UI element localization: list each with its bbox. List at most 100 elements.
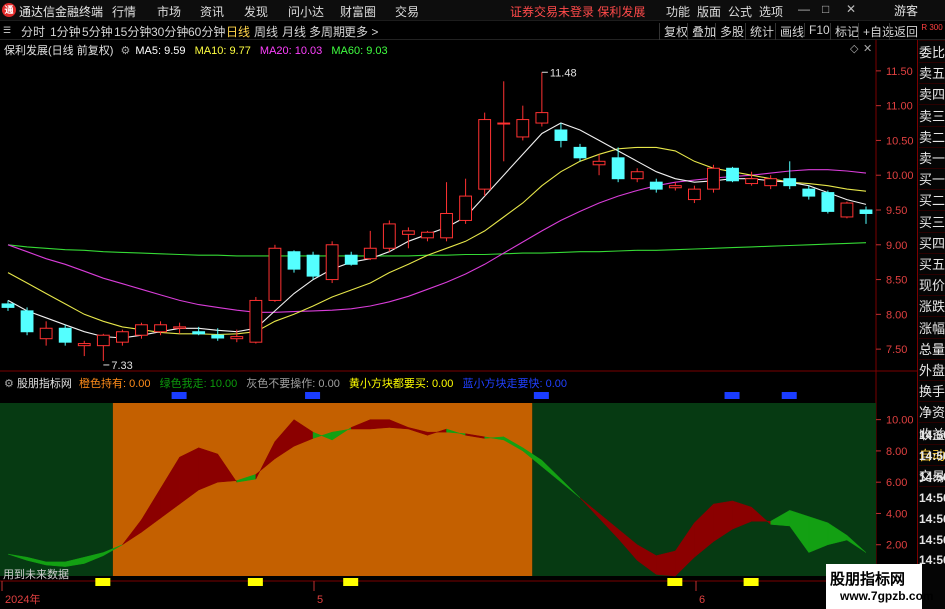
f10-button[interactable]: F10 xyxy=(804,23,830,37)
sidebar-item-16[interactable]: 换手 xyxy=(919,381,945,403)
candle xyxy=(287,250,301,273)
tab-1min[interactable]: 1分钟 xyxy=(50,23,81,40)
candle xyxy=(687,185,701,204)
ma5-line xyxy=(7,122,867,339)
yellow-marker xyxy=(667,578,683,586)
sidebar-item-1[interactable]: 卖五 xyxy=(919,63,945,85)
tab-15min[interactable]: 15分钟 xyxy=(114,23,151,40)
candle-body xyxy=(115,331,129,343)
sidebar-top-tag[interactable]: R 300 xyxy=(919,23,945,41)
sidebar-item-15[interactable]: 外盘 xyxy=(919,360,945,381)
x-axis-label: 2024年 xyxy=(5,592,40,606)
candle-body xyxy=(649,181,663,190)
ind-y-axis-label: 6.00 xyxy=(886,477,907,489)
yellow-marker xyxy=(95,578,111,586)
candle-body xyxy=(745,178,759,185)
menu-trade[interactable]: 交易 xyxy=(395,3,419,20)
candle-body xyxy=(154,324,167,333)
close-icon[interactable]: ✕ xyxy=(846,2,856,16)
tab-weekly[interactable]: 周线 xyxy=(254,23,278,40)
sidebar-item-0[interactable]: 委比 xyxy=(919,42,945,63)
candle-body xyxy=(77,343,91,347)
candle xyxy=(573,143,587,162)
candle-body xyxy=(859,209,873,214)
tab-5min[interactable]: 5分钟 xyxy=(82,23,113,40)
tab-60min[interactable]: 60分钟 xyxy=(188,23,225,40)
candle-body xyxy=(726,167,739,182)
login-notice[interactable]: 证券交易未登录 保利发展 xyxy=(510,3,645,20)
sidebar-item-5[interactable]: 卖一 xyxy=(919,148,945,169)
candle xyxy=(745,171,759,186)
menu-ask[interactable]: 问小达 xyxy=(288,3,324,20)
sidebar-item-8[interactable]: 买三 xyxy=(919,212,945,233)
sidebar-item-7[interactable]: 买二 xyxy=(919,190,945,212)
tab-multi-period[interactable]: 多周期 xyxy=(309,23,345,40)
blue-marker xyxy=(171,392,187,399)
candle-body xyxy=(192,331,206,335)
sidebar-item-3[interactable]: 卖三 xyxy=(919,106,945,127)
candle xyxy=(459,178,473,224)
candle xyxy=(783,161,797,190)
high-price-label: 11.48 xyxy=(550,67,577,79)
y-axis-label: 7.50 xyxy=(886,344,907,356)
candle xyxy=(306,251,320,280)
overlay-button[interactable]: 叠加 xyxy=(687,23,716,40)
ind-y-axis-label: 4.00 xyxy=(886,508,907,520)
tab-more[interactable]: 更多 > xyxy=(344,23,378,40)
candle xyxy=(859,206,873,224)
candle xyxy=(20,307,34,336)
candle-body xyxy=(459,195,473,221)
menu-layout[interactable]: 版面 xyxy=(697,3,721,20)
candle-body xyxy=(249,299,263,343)
blue-marker xyxy=(724,392,740,399)
candle xyxy=(77,340,91,357)
sidebar-item-4[interactable]: 卖二 xyxy=(919,127,945,148)
multi-stock-button[interactable]: 多股 xyxy=(715,23,744,40)
sidebar-item-12[interactable]: 涨跌 xyxy=(919,296,945,318)
mark-button[interactable]: 标记 xyxy=(830,23,859,40)
menu-news[interactable]: 资讯 xyxy=(200,3,224,20)
menu-wealth[interactable]: 财富圈 xyxy=(340,3,376,20)
tab-intraday[interactable]: 分时 xyxy=(21,23,45,40)
yellow-marker xyxy=(343,578,359,586)
sidebar-item-11[interactable]: 现价 xyxy=(919,275,945,297)
ma20-line xyxy=(7,169,867,313)
sidebar-item-17[interactable]: 净资 xyxy=(919,402,945,424)
candle xyxy=(440,182,453,242)
menu-discover[interactable]: 发现 xyxy=(244,3,268,20)
menu-options[interactable]: 选项 xyxy=(759,3,783,20)
tab-daily[interactable]: 日线 xyxy=(226,23,250,40)
time-label-1: 14:56 xyxy=(919,449,945,463)
tab-monthly[interactable]: 月线 xyxy=(282,23,306,40)
ma60-line xyxy=(7,242,867,257)
menu-formula[interactable]: 公式 xyxy=(728,3,752,20)
kline-chart[interactable]: 11.50 11.00 10.50 10.00 9.50 9.00 8.50 8.00 7.50… xyxy=(0,40,917,609)
back-button[interactable]: 返回 xyxy=(889,23,918,40)
candle xyxy=(115,329,129,346)
menu-market-quotes[interactable]: 行情 xyxy=(112,3,136,20)
statistics-button[interactable]: 统计 xyxy=(745,23,774,40)
candle-body xyxy=(363,247,377,260)
menu-market[interactable]: 市场 xyxy=(157,3,181,20)
sidebar-item-2[interactable]: 卖四 xyxy=(919,84,945,106)
candle-body xyxy=(268,247,282,301)
sidebar-item-10[interactable]: 买五 xyxy=(919,254,945,275)
sidebar-item-13[interactable]: 涨幅 xyxy=(919,318,945,339)
menu-function[interactable]: 功能 xyxy=(666,3,690,20)
y-axis-label: 9.00 xyxy=(886,240,907,252)
adjust-button[interactable]: 复权 xyxy=(659,23,688,40)
sidebar-item-14[interactable]: 总量 xyxy=(919,339,945,360)
sidebar-item-6[interactable]: 买一 xyxy=(919,169,945,191)
ind-y-axis-label: 2.00 xyxy=(886,540,907,552)
draw-line-button[interactable]: 画线 xyxy=(775,23,804,40)
low-price-label: 7.33 xyxy=(111,360,132,372)
period-menu-icon[interactable]: ☰ xyxy=(3,25,11,36)
maximize-icon[interactable]: □ xyxy=(822,2,829,16)
y-axis-label: 8.50 xyxy=(886,275,907,287)
sidebar-item-9[interactable]: 买四 xyxy=(919,233,945,254)
minimize-icon[interactable]: — xyxy=(798,2,810,16)
tab-30min[interactable]: 30分钟 xyxy=(151,23,188,40)
candle xyxy=(325,241,339,284)
future-data-note: 用到未来数据 xyxy=(3,567,69,581)
guest-button[interactable]: 游客 xyxy=(894,2,918,19)
